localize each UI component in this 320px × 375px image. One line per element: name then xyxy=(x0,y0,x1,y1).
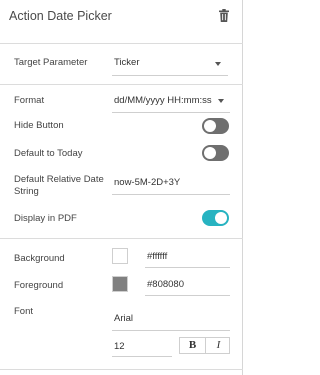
section-divider xyxy=(0,369,243,370)
action-date-picker-panel: Action Date Picker Target Parameter Tick… xyxy=(0,0,243,375)
font-size-input[interactable]: 12 xyxy=(112,338,172,356)
format-underline xyxy=(112,112,230,113)
foreground-color-swatch[interactable] xyxy=(112,276,128,292)
foreground-hex-input[interactable]: #808080 xyxy=(145,276,230,294)
trash-icon[interactable] xyxy=(219,9,229,22)
font-size-underline xyxy=(112,356,172,357)
default-relative-date-underline xyxy=(112,194,230,195)
chevron-down-icon xyxy=(215,62,221,66)
background-color-swatch[interactable] xyxy=(112,248,128,264)
format-label: Format xyxy=(14,95,45,106)
display-in-pdf-label: Display in PDF xyxy=(14,213,77,224)
foreground-label: Foreground xyxy=(14,280,64,291)
toggle-knob xyxy=(204,120,216,132)
italic-button[interactable]: I xyxy=(205,338,231,353)
target-parameter-label: Target Parameter xyxy=(14,57,88,68)
default-relative-date-label: Default Relative Date String xyxy=(14,174,104,197)
header-divider xyxy=(0,43,243,44)
background-hex-value: #ffffff xyxy=(147,251,168,262)
section-divider xyxy=(0,84,243,85)
default-to-today-toggle[interactable] xyxy=(202,145,229,161)
section-divider xyxy=(0,238,243,239)
bold-button[interactable]: B xyxy=(180,338,205,353)
panel-header: Action Date Picker xyxy=(0,0,243,34)
font-style-buttons: B I xyxy=(179,337,230,354)
default-relative-date-input[interactable]: now-5M-2D+3Y xyxy=(112,175,230,193)
background-hex-underline xyxy=(145,267,230,268)
display-in-pdf-toggle[interactable] xyxy=(202,210,229,226)
font-size-value: 12 xyxy=(114,341,125,352)
foreground-hex-underline xyxy=(145,295,230,296)
chevron-down-icon xyxy=(218,99,224,103)
hide-button-label: Hide Button xyxy=(14,120,64,131)
font-family-input[interactable]: Arial xyxy=(112,311,230,329)
default-relative-date-value: now-5M-2D+3Y xyxy=(114,177,181,188)
background-hex-input[interactable]: #ffffff xyxy=(145,248,230,266)
format-value: dd/MM/yyyy HH:mm:ss xyxy=(114,95,212,106)
font-family-underline xyxy=(112,330,230,331)
toggle-knob xyxy=(204,147,216,159)
panel-title: Action Date Picker xyxy=(9,9,112,23)
format-dropdown[interactable]: dd/MM/yyyy HH:mm:ss xyxy=(112,89,230,113)
target-parameter-value: Ticker xyxy=(114,57,140,68)
font-family-value: Arial xyxy=(114,313,134,324)
background-label: Background xyxy=(14,253,65,264)
font-label: Font xyxy=(14,306,34,317)
target-parameter-dropdown[interactable]: Ticker xyxy=(112,52,228,76)
default-to-today-label: Default to Today xyxy=(14,148,83,159)
foreground-hex-value: #808080 xyxy=(147,279,184,290)
hide-button-toggle[interactable] xyxy=(202,118,229,134)
target-parameter-underline xyxy=(112,75,228,76)
toggle-knob xyxy=(215,212,227,224)
